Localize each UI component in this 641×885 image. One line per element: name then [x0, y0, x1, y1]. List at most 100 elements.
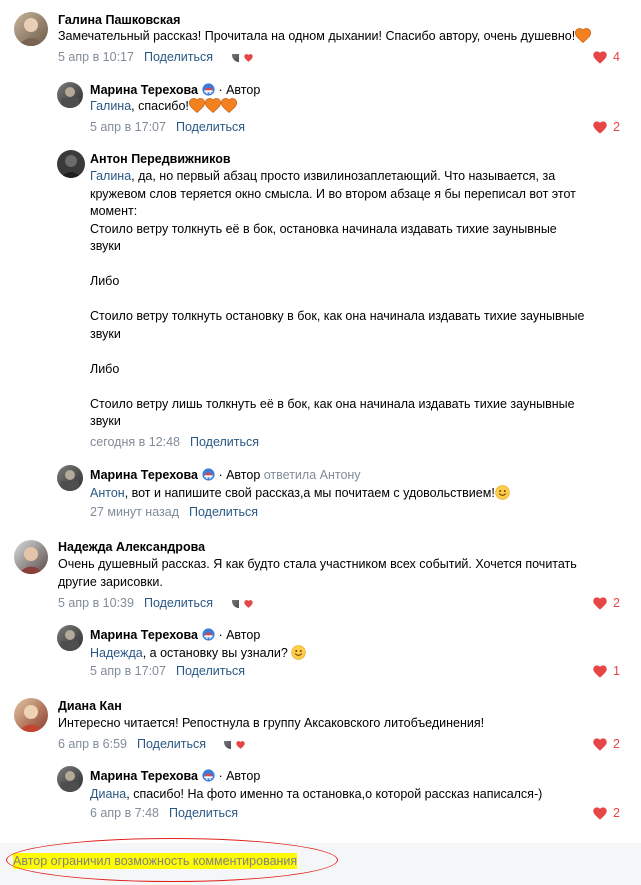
comment-author[interactable]: Марина Терехова — [90, 628, 198, 642]
avatar[interactable] — [57, 766, 83, 792]
like-count: 2 — [613, 737, 620, 751]
share-link[interactable]: Поделиться — [176, 120, 245, 134]
author-badge-icon — [202, 769, 215, 782]
comment-body: Замечательный рассказ! Прочитала на одно… — [58, 29, 576, 43]
comment-author-line: Марина Терехова · Автор — [90, 83, 260, 97]
comment-body-line: звуки — [90, 326, 121, 341]
comment-author[interactable]: Марина Терехова — [90, 769, 198, 783]
comment-body-line: Стоило ветру лишь толкнуть её в бок, как… — [90, 396, 575, 411]
comment-body-line: Либо — [90, 361, 120, 376]
comment-author-line: Марина Терехова · Автор — [90, 769, 260, 783]
like-button[interactable]: 2 — [593, 806, 620, 820]
comment-author[interactable]: Галина Пашковская — [58, 13, 180, 27]
comment-author[interactable]: Марина Терехова — [90, 83, 198, 97]
share-link[interactable]: Поделиться — [137, 737, 206, 751]
like-button[interactable]: 2 — [593, 596, 620, 610]
comment-author[interactable]: Диана Кан — [58, 699, 122, 713]
addressee-link[interactable]: Антон — [90, 486, 125, 500]
addressee-link[interactable]: Надежда — [90, 646, 143, 660]
comment-meta: 5 апр в 17:07 Поделиться — [90, 664, 245, 678]
avatar[interactable] — [14, 12, 48, 46]
orange-heart-icon — [221, 98, 237, 113]
heart-icon — [236, 741, 245, 749]
comment-meta: 5 апр в 17:07 Поделиться — [90, 120, 245, 134]
addressee-link[interactable]: Галина — [90, 99, 131, 113]
comment-time[interactable]: 5 апр в 10:17 — [58, 50, 134, 64]
comment-time[interactable]: 27 минут назад — [90, 505, 179, 519]
like-button[interactable]: 4 — [593, 50, 620, 64]
comment-author[interactable]: Марина Терехова — [90, 468, 198, 482]
author-label: · Автор — [218, 628, 261, 642]
comment-body: , а остановку вы узнали? — [142, 646, 288, 660]
avatar[interactable] — [14, 698, 48, 732]
comment-body-line: звуки — [90, 239, 121, 253]
avatar[interactable] — [57, 465, 83, 491]
comment-time[interactable]: сегодня в 12:48 — [90, 435, 180, 449]
share-link[interactable]: Поделиться — [176, 664, 245, 678]
comment-author-line: Марина Терехова · Автор — [90, 628, 260, 642]
author-label: · Автор — [218, 83, 261, 97]
comment-author[interactable]: Антон Передвижников — [90, 152, 231, 166]
orange-heart-icon — [575, 28, 591, 43]
avatar[interactable] — [57, 625, 83, 651]
orange-heart-icon — [189, 98, 205, 113]
comment-body-line: момент: — [90, 204, 138, 218]
like-count: 2 — [613, 806, 620, 820]
author-label: · Автор — [218, 468, 261, 482]
share-link[interactable]: Поделиться — [144, 50, 213, 64]
comment-author[interactable]: Надежда Александрова — [58, 540, 205, 554]
like-count: 2 — [613, 120, 620, 134]
comment-time[interactable]: 5 апр в 17:07 — [90, 120, 166, 134]
comment-time[interactable]: 5 апр в 17:07 — [90, 664, 166, 678]
comment-text: Интересно читается! Репостнула в группу … — [58, 715, 628, 733]
like-button[interactable]: 1 — [593, 664, 620, 678]
comment-time[interactable]: 6 апр в 6:59 — [58, 737, 127, 751]
comment-text: Галина, да, но первый абзац просто извил… — [90, 168, 625, 431]
avatar[interactable] — [14, 540, 48, 574]
author-label: · Автор — [218, 769, 261, 783]
avatar[interactable] — [57, 82, 83, 108]
comment-author-line: Марина Терехова · Автор ответила Антону — [90, 468, 361, 482]
comment-time[interactable]: 6 апр в 7:48 — [90, 806, 159, 820]
like-count: 2 — [613, 596, 620, 610]
like-button[interactable]: 2 — [593, 737, 620, 751]
comment-meta: 6 апр в 6:59 Поделиться — [58, 737, 206, 751]
share-link[interactable]: Поделиться — [190, 435, 259, 449]
comment-body-line: Стоило ветру толкнуть остановку в бок, к… — [90, 309, 585, 323]
author-badge-icon — [202, 468, 215, 481]
comment-time[interactable]: 5 апр в 10:39 — [58, 596, 134, 610]
heart-icon — [593, 597, 607, 610]
comment-body-line: кружевом слов теряется окно смысла. И во… — [90, 186, 576, 201]
addressee-link[interactable]: Галина — [90, 169, 131, 183]
share-link[interactable]: Поделиться — [189, 505, 258, 519]
comment-body-line: Стоило ветру толкнуть её в бок, остановк… — [90, 221, 557, 236]
heart-icon — [593, 121, 607, 134]
comment-body-line: звуки — [90, 414, 121, 428]
comment-meta: 5 апр в 10:17 Поделиться — [58, 50, 213, 64]
comment-text: Надежда, а остановку вы узнали? — [90, 645, 625, 663]
heart-icon — [593, 665, 607, 678]
heart-icon — [593, 738, 607, 751]
share-link[interactable]: Поделиться — [169, 806, 238, 820]
author-badge-icon — [202, 83, 215, 96]
comment-meta: 27 минут назад Поделиться — [90, 505, 258, 519]
like-count: 4 — [613, 50, 620, 64]
heart-icon — [593, 51, 607, 64]
avatar[interactable] — [57, 150, 85, 178]
share-link[interactable]: Поделиться — [144, 596, 213, 610]
like-button[interactable]: 2 — [593, 120, 620, 134]
comment-body: , вот и напишите свой рассказ,а мы почит… — [124, 486, 495, 500]
comment-body: , спасибо! На фото именно та остановка,о… — [126, 787, 543, 801]
comment-body: , спасибо! — [131, 99, 189, 113]
comment-text: Замечательный рассказ! Прочитала на одно… — [58, 28, 628, 46]
comment-body: Интересно читается! Репостнула в группу … — [58, 716, 485, 730]
orange-heart-icon — [205, 98, 221, 113]
addressee-link[interactable]: Диана — [90, 787, 126, 801]
author-like-indicator — [232, 594, 253, 608]
heart-icon — [593, 807, 607, 820]
reply-to-link[interactable]: ответила Антону — [264, 468, 361, 482]
